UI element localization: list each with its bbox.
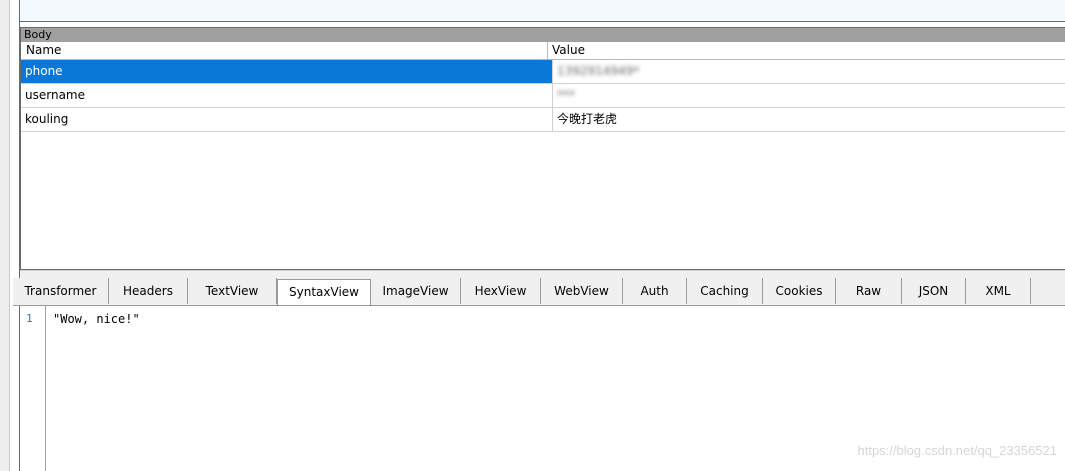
tab-syntaxview[interactable]: SyntaxView bbox=[277, 279, 371, 305]
body-section-title: Body bbox=[21, 28, 1065, 42]
row-name-cell[interactable]: username bbox=[21, 84, 553, 107]
body-row-phone[interactable]: phone 1392914949* bbox=[21, 60, 1065, 84]
watermark-text: https://blog.csdn.net/qq_23356521 bbox=[857, 443, 1058, 458]
blurred-value: 1392914949* bbox=[557, 64, 640, 78]
tab-imageview[interactable]: ImageView bbox=[371, 278, 461, 304]
tab-cookies[interactable]: Cookies bbox=[763, 278, 836, 304]
panel-splitter[interactable] bbox=[20, 270, 1065, 278]
column-header-name[interactable]: Name bbox=[21, 42, 548, 59]
tab-transformer[interactable]: Transformer bbox=[13, 278, 109, 304]
tab-raw[interactable]: Raw bbox=[836, 278, 902, 304]
row-name-cell[interactable]: phone bbox=[21, 60, 553, 83]
tab-headers[interactable]: Headers bbox=[109, 278, 188, 304]
tab-json[interactable]: JSON bbox=[902, 278, 966, 304]
response-code-text[interactable]: "Wow, nice!" bbox=[53, 312, 140, 326]
body-grid-header: Name Value bbox=[21, 42, 1065, 60]
tab-textview[interactable]: TextView bbox=[188, 278, 277, 304]
tab-auth[interactable]: Auth bbox=[623, 278, 687, 304]
inspector-tab-bar: Transformer Headers TextView SyntaxView … bbox=[13, 278, 1065, 306]
row-value-cell[interactable]: 今晚打老虎 bbox=[553, 108, 1065, 131]
body-section: Body Name Value phone 1392914949* userna… bbox=[20, 27, 1065, 270]
tab-hexview[interactable]: HexView bbox=[461, 278, 541, 304]
line-number-gutter: 1 bbox=[20, 306, 46, 471]
blurred-value: *** bbox=[557, 88, 575, 102]
column-header-value[interactable]: Value bbox=[548, 42, 1065, 59]
row-value-cell[interactable]: *** bbox=[553, 84, 1065, 107]
row-value-cell[interactable]: 1392914949* bbox=[553, 60, 1065, 83]
row-name-cell[interactable]: kouling bbox=[21, 108, 553, 131]
body-row-kouling[interactable]: kouling 今晚打老虎 bbox=[21, 108, 1065, 132]
window-left-edge bbox=[0, 0, 10, 471]
tab-caching[interactable]: Caching bbox=[687, 278, 763, 304]
line-number: 1 bbox=[26, 312, 33, 325]
tab-webview[interactable]: WebView bbox=[541, 278, 623, 304]
tab-xml[interactable]: XML bbox=[966, 278, 1031, 304]
body-row-username[interactable]: username *** bbox=[21, 84, 1065, 108]
top-empty-panel bbox=[20, 0, 1065, 22]
